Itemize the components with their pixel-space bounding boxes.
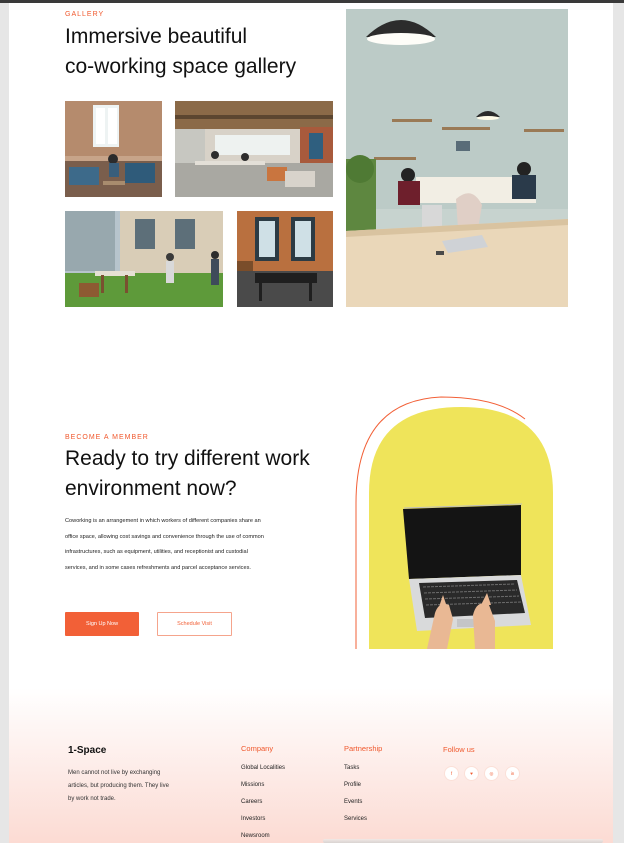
facebook-icon[interactable]: f [445,767,458,780]
member-description-line-1: Coworking is an arrangement in which wor… [65,518,261,524]
footer-tagline-line-3: by work not trade. [68,796,116,802]
footer-tagline: Men cannot not live by exchanging articl… [68,767,194,806]
gallery-title-line-1: Immersive beautiful [65,25,248,48]
footer-link-missions[interactable]: Missions [241,782,264,788]
gallery-title-line-2: co-working space gallery [65,55,297,78]
footer-link-profile[interactable]: Profile [344,782,361,788]
gallery-photo-lounge[interactable] [65,101,162,197]
floating-bar-edge [323,839,603,843]
member-description: Coworking is an arrangement in which wor… [65,514,307,576]
footer-link-global-localities[interactable]: Global Localities [241,765,285,771]
footer-tagline-line-2: articles, but producing them. They live [68,783,169,789]
member-description-line-2: office space, allowing cost savings and … [65,533,264,540]
member-eyebrow: BECOME A MEMBER [65,434,149,441]
gallery-photo-open-office[interactable] [175,101,333,197]
gallery-photo-ping-pong[interactable] [237,211,333,307]
twitter-icon[interactable]: ♥ [465,767,478,780]
footer-follow-heading: Follow us [443,745,475,754]
gallery-photo-workspace-main[interactable] [346,9,568,307]
schedule-visit-button[interactable]: Schedule Visit [157,612,232,636]
gallery-eyebrow: GALLERY [65,11,105,18]
gallery-photo-terrace[interactable] [65,211,223,307]
footer-company-heading: Company [241,744,274,753]
member-title-line-2: environment now? [65,477,237,500]
member-description-line-4: services, and in some cases refreshments… [65,564,251,571]
footer-brand: 1-Space [68,745,107,756]
footer-link-events[interactable]: Events [344,799,362,805]
member-description-line-3: infrastructures, such as equipment, util… [65,549,248,556]
footer-link-investors[interactable]: Investors [241,816,265,822]
footer-partnership-heading: Partnership [344,744,383,753]
footer-link-newsroom[interactable]: Newsroom [241,833,270,839]
linkedin-icon[interactable]: in [506,767,519,780]
dribbble-icon[interactable]: ◎ [485,767,498,780]
footer-link-services[interactable]: Services [344,816,367,822]
footer-tagline-line-1: Men cannot not live by exchanging [68,770,161,776]
footer: 1-Space Men cannot not live by exchangin… [9,688,613,843]
member-laptop-illustration [349,393,561,653]
member-title-line-1: Ready to try different work [65,447,310,470]
footer-link-tasks[interactable]: Tasks [344,765,359,771]
page: GALLERY Immersive beautiful co-working s… [9,3,613,843]
sign-up-button[interactable]: Sign Up Now [65,612,139,636]
footer-link-careers[interactable]: Careers [241,799,262,805]
